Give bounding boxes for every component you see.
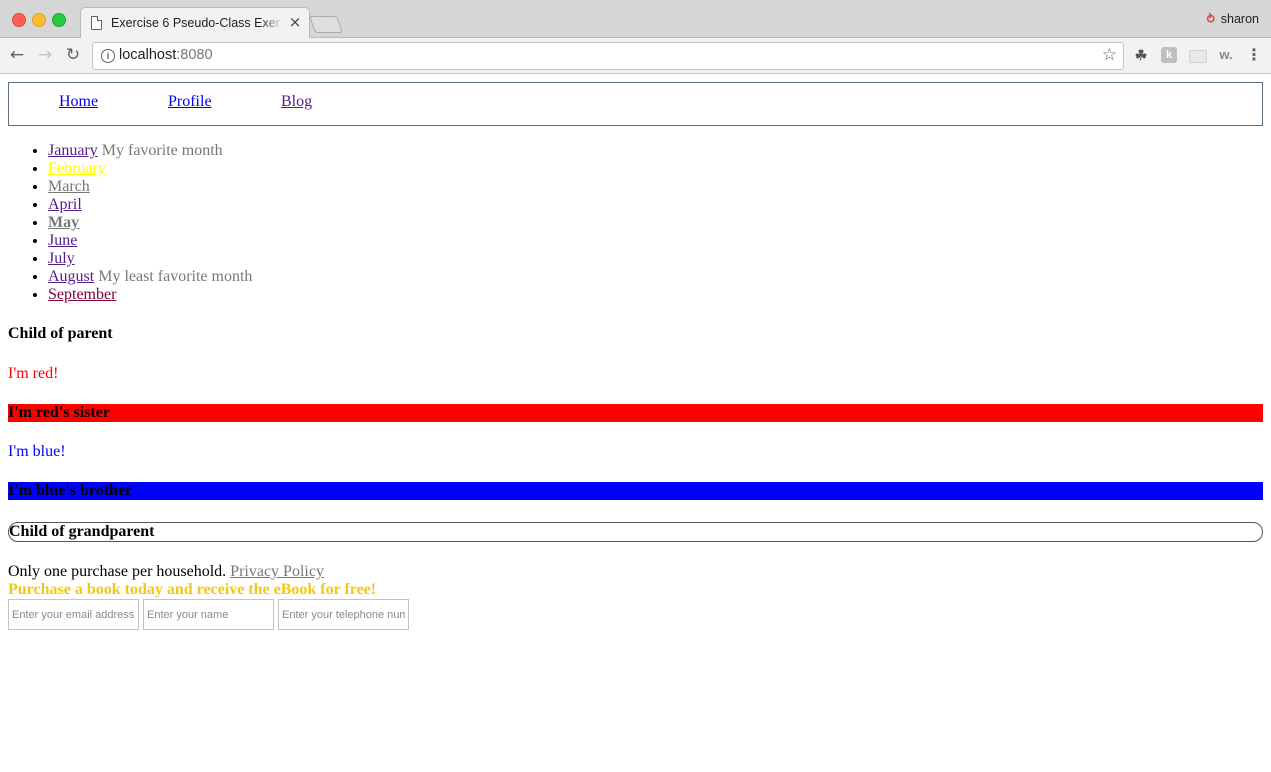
info-icon[interactable]: i — [101, 49, 115, 63]
browser-tab[interactable]: Exercise 6 Pseudo-Class Exercise × — [80, 7, 310, 39]
month-note: My favorite month — [101, 142, 223, 159]
nav-link-profile[interactable]: Profile — [168, 93, 212, 111]
red-sister-text: I'm red's sister — [8, 404, 1263, 422]
list-item: June — [48, 232, 1248, 250]
list-item: August My least favorite month — [48, 268, 1248, 286]
month-link[interactable]: August — [48, 268, 94, 285]
url-port: :8080 — [176, 47, 213, 63]
list-item: July — [48, 250, 1248, 268]
privacy-policy-link[interactable]: Privacy Policy — [230, 563, 324, 580]
close-window-button[interactable] — [12, 13, 26, 27]
purchase-note: Only one purchase per household. Privacy… — [8, 563, 1263, 581]
red-text: I'm red! — [8, 365, 59, 382]
telephone-field[interactable] — [278, 599, 409, 630]
month-link[interactable]: July — [48, 250, 75, 267]
month-note: My least favorite month — [98, 268, 253, 285]
maximize-window-button[interactable] — [52, 13, 66, 27]
url-host: localhost — [119, 47, 177, 63]
nav-link-home[interactable]: Home — [59, 93, 98, 111]
k-extension-icon[interactable]: k — [1161, 47, 1177, 63]
address-bar[interactable]: i localhost:8080 ☆ — [92, 42, 1124, 70]
site-navigation: Home Profile Blog — [8, 82, 1263, 126]
tab-title-fade — [261, 14, 283, 34]
list-item: April — [48, 196, 1248, 214]
month-link[interactable]: March — [48, 178, 90, 195]
browser-toolbar: ← → ↻ i localhost:8080 ☆ ☘ k w. ⋮ — [0, 38, 1271, 74]
month-link[interactable]: September — [48, 286, 116, 303]
profile-button[interactable]: ⥁ sharon — [1207, 12, 1259, 26]
child-of-parent-heading: Child of parent — [8, 325, 113, 342]
close-tab-icon[interactable]: × — [287, 13, 303, 31]
month-link[interactable]: February — [48, 160, 106, 177]
profile-name: sharon — [1220, 12, 1259, 26]
child-of-grandparent-box: Child of grandparent — [8, 522, 1263, 542]
list-item: January My favorite month — [48, 142, 1248, 160]
purchase-note-text: Only one purchase per household. — [8, 563, 227, 580]
blank-extension-icon[interactable] — [1189, 50, 1207, 63]
promo-text: Purchase a book today and receive the eB… — [8, 581, 377, 598]
month-link[interactable]: April — [48, 196, 82, 213]
url-text[interactable]: localhost:8080 — [119, 47, 213, 63]
month-link[interactable]: January — [48, 142, 98, 159]
new-tab-button[interactable] — [308, 16, 344, 33]
browser-menu-icon[interactable]: ⋮ — [1246, 46, 1262, 64]
blue-brother-text: I'm blue's brother — [8, 482, 1263, 500]
page-icon — [91, 16, 102, 30]
blue-text: I'm blue! — [8, 443, 66, 460]
name-field[interactable] — [143, 599, 274, 630]
list-item: September — [48, 286, 1248, 304]
list-item: May — [48, 214, 1248, 232]
profile-icon: ⥁ — [1206, 12, 1215, 26]
minimize-window-button[interactable] — [32, 13, 46, 27]
evernote-extension-icon[interactable]: ☘ — [1133, 47, 1149, 63]
months-list: January My favorite month February March… — [8, 142, 1248, 304]
browser-tab-bar: Exercise 6 Pseudo-Class Exercise × ⥁ shar… — [0, 0, 1271, 39]
w-extension-icon[interactable]: w. — [1216, 47, 1236, 63]
month-link[interactable]: May — [48, 214, 79, 231]
back-arrow-icon[interactable]: ← — [6, 44, 28, 66]
forward-arrow-icon[interactable]: → — [34, 44, 56, 66]
nav-link-blog[interactable]: Blog — [281, 93, 312, 111]
tab-title: Exercise 6 Pseudo-Class Exercise — [111, 16, 281, 30]
bookmark-star-icon[interactable]: ☆ — [1102, 45, 1117, 65]
list-item: March — [48, 178, 1248, 196]
month-link[interactable]: June — [48, 232, 77, 249]
reload-icon[interactable]: ↻ — [62, 44, 84, 66]
web-page: Home Profile Blog January My favorite mo… — [0, 74, 1271, 772]
email-field[interactable] — [8, 599, 139, 630]
list-item: February — [48, 160, 1248, 178]
